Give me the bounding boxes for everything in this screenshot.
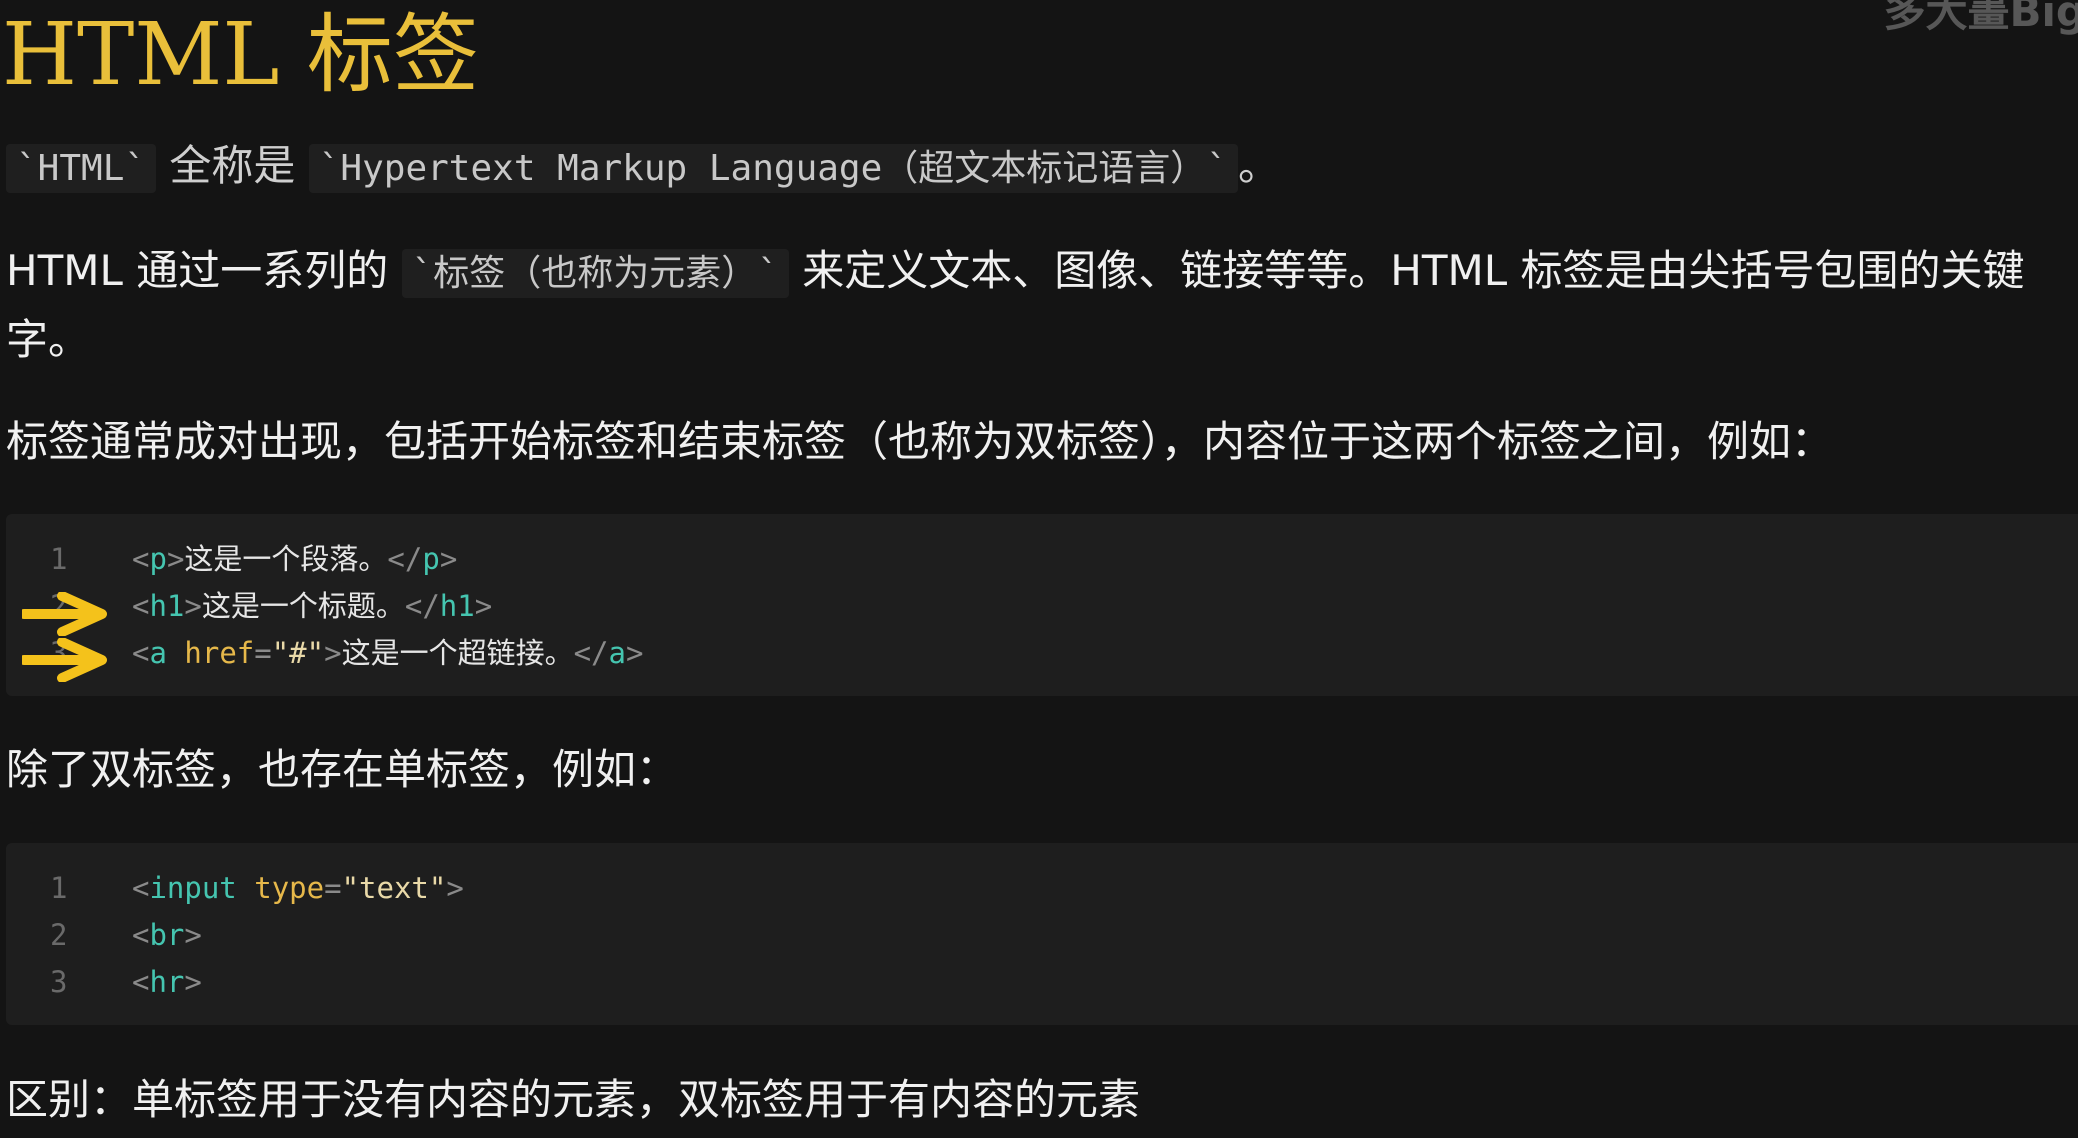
paragraph-paired-tags: 标签通常成对出现，包括开始标签和结束标签（也称为双标签），内容位于这两个标签之间… — [6, 417, 1834, 466]
code-block-paired-tags: 1 <p>这是一个段落。</p> 2 <h1>这是一个标题。</h1> 3 <a… — [6, 514, 2078, 696]
paragraph-single-tags: 除了双标签，也存在单标签，例如： — [6, 745, 679, 794]
line-number: 1 — [50, 871, 68, 905]
paragraph-difference: 区别：单标签用于没有内容的元素，双标签用于有内容的元素 — [6, 1075, 1141, 1124]
inline-code-hypertext: `Hypertext Markup Language（超文本标记语言）` — [308, 144, 1238, 193]
code-source: <input type="text"> — [132, 871, 464, 905]
arrow-icon — [22, 592, 107, 636]
code-source: <hr> — [132, 965, 202, 999]
page-title: HTML 标签 — [2, 5, 479, 105]
code-source: <br> — [132, 918, 202, 952]
line-number: 3 — [50, 965, 68, 999]
para2-pre: HTML 通过一系列的 — [6, 246, 402, 295]
line-number: 2 — [50, 918, 68, 952]
code-block-single-tags: 1 <input type="text"> 2 <br> 3 <hr> — [6, 843, 2078, 1025]
arrow-icon — [22, 638, 107, 682]
code-source: <p>这是一个段落。</p> — [132, 542, 458, 576]
intro-text-mid: 全称是 — [156, 141, 309, 190]
line-number: 1 — [50, 542, 68, 576]
watermark: 多大畫Big — [1883, 0, 2078, 36]
intro-paragraph: `HTML` 全称是 `Hypertext Markup Language（超文… — [6, 134, 1280, 201]
document-page: 多大畫Big HTML 标签 `HTML` 全称是 `Hypertext Mar… — [0, 0, 2078, 1138]
paragraph-tags-definition: HTML 通过一系列的 `标签（也称为元素）` 来定义文本、图像、链接等等。HT… — [6, 238, 2078, 373]
code-source: <h1>这是一个标题。</h1> — [132, 589, 493, 623]
inline-code-html: `HTML` — [6, 144, 157, 193]
inline-code-tags: `标签（也称为元素）` — [401, 249, 789, 298]
code-source: <a href="#">这是一个超链接。</a> — [132, 636, 644, 670]
intro-text-end: 。 — [1237, 141, 1280, 190]
